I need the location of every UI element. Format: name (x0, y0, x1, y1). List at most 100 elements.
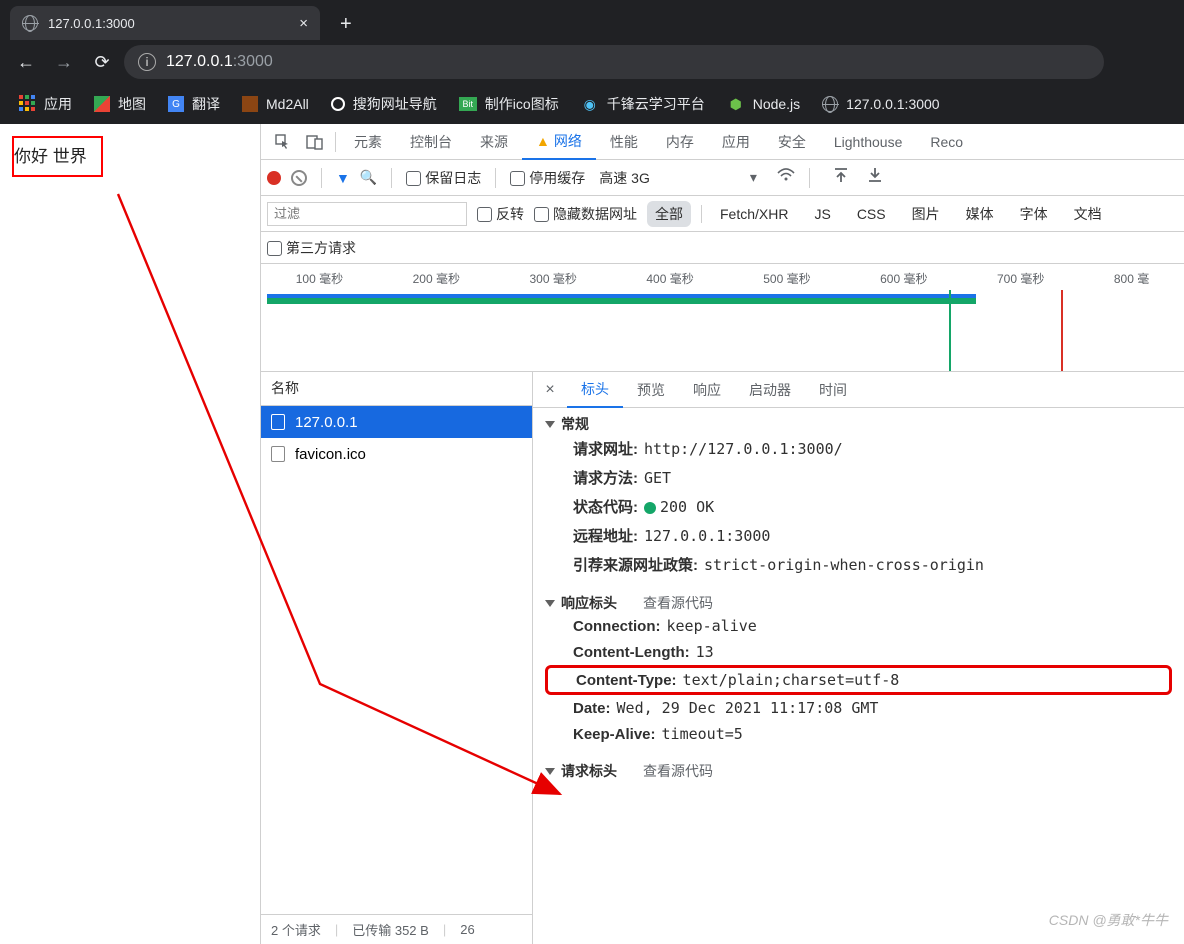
network-timeline[interactable]: 100 毫秒 200 毫秒 300 毫秒 400 毫秒 500 毫秒 600 毫… (261, 264, 1184, 372)
globe-icon (22, 15, 38, 31)
filter-fetch-chip[interactable]: Fetch/XHR (712, 203, 796, 225)
disable-cache-checkbox[interactable]: 停用缓存 (510, 168, 585, 188)
tab-strip: 127.0.0.1:3000 × + (0, 0, 1184, 40)
filter-toggle-icon[interactable]: ▼ (336, 170, 350, 186)
filter-all-chip[interactable]: 全部 (647, 201, 691, 227)
filter-font-chip[interactable]: 字体 (1012, 201, 1056, 227)
triangle-down-icon (545, 421, 555, 428)
third-party-checkbox[interactable]: 第三方请求 (267, 238, 356, 258)
timeline-load-line (1061, 290, 1063, 371)
reload-button[interactable]: ⟳ (86, 46, 118, 78)
bookmarks-bar: 应用 地图 G翻译 Md2All 搜狗网址导航 Bit制作ico图标 ◉千锋云学… (0, 84, 1184, 124)
watermark: CSDN @勇敢*牛牛 (1049, 910, 1168, 930)
import-har-icon[interactable] (834, 167, 848, 188)
site-info-icon[interactable]: i (138, 53, 156, 71)
preserve-log-checkbox[interactable]: 保留日志 (406, 168, 481, 188)
maps-icon (94, 96, 110, 112)
close-detail-button[interactable]: × (533, 381, 567, 399)
tab-performance[interactable]: 性能 (596, 124, 652, 160)
triangle-down-icon (545, 768, 555, 775)
tab-headers[interactable]: 标头 (567, 372, 623, 408)
warning-icon: ▲ (536, 133, 550, 149)
chevron-down-icon[interactable]: ▾ (750, 169, 757, 186)
url-text: 127.0.0.1:3000 (166, 53, 273, 71)
tab-lighthouse[interactable]: Lighthouse (820, 124, 917, 160)
hide-data-urls-checkbox[interactable]: 隐藏数据网址 (534, 204, 637, 224)
close-tab-icon[interactable]: × (299, 15, 308, 32)
search-icon[interactable]: 🔍 (360, 169, 377, 186)
section-general-toggle[interactable]: 常规 (545, 414, 1172, 434)
bookmark-sogou[interactable]: 搜狗网址导航 (331, 94, 437, 114)
inspect-element-icon[interactable] (267, 134, 299, 150)
filter-input[interactable] (267, 202, 467, 226)
filter-img-chip[interactable]: 图片 (904, 201, 948, 227)
apps-grid-icon (18, 95, 36, 113)
tab-memory[interactable]: 内存 (652, 124, 708, 160)
request-row[interactable]: favicon.ico (261, 438, 532, 470)
filter-js-chip[interactable]: JS (806, 203, 838, 225)
section-response-headers: 响应标头查看源代码 Connection:keep-alive Content-… (533, 587, 1184, 755)
tab-timing[interactable]: 时间 (805, 372, 861, 408)
tab-recorder[interactable]: Reco (916, 124, 977, 160)
address-bar[interactable]: i 127.0.0.1:3000 (124, 45, 1104, 79)
network-conditions-icon[interactable] (777, 168, 795, 187)
tab-console[interactable]: 控制台 (396, 124, 466, 160)
export-har-icon[interactable] (868, 167, 882, 188)
bookmark-translate[interactable]: G翻译 (168, 94, 220, 114)
page-body-text: 你好 世界 (12, 136, 103, 177)
view-source-link[interactable]: 查看源代码 (643, 761, 713, 781)
bookmark-maps[interactable]: 地图 (94, 94, 146, 114)
tab-network[interactable]: ▲网络 (522, 124, 596, 160)
bookmark-localhost[interactable]: 127.0.0.1:3000 (822, 96, 939, 112)
apps-label: 应用 (44, 94, 72, 114)
tab-initiator[interactable]: 启动器 (735, 372, 805, 408)
filter-media-chip[interactable]: 媒体 (958, 201, 1002, 227)
throttling-select[interactable]: 高速 3G (599, 168, 650, 188)
nav-toolbar: ← → ⟳ i 127.0.0.1:3000 (0, 40, 1184, 84)
tab-response[interactable]: 响应 (679, 372, 735, 408)
record-button[interactable] (267, 171, 281, 185)
filter-doc-chip[interactable]: 文档 (1066, 201, 1110, 227)
bookmark-ico[interactable]: Bit制作ico图标 (459, 94, 559, 114)
bookmark-qianfeng[interactable]: ◉千锋云学习平台 (581, 94, 705, 114)
invert-checkbox[interactable]: 反转 (477, 204, 524, 224)
content-type-highlight: Content-Type:text/plain;charset=utf-8 (545, 665, 1172, 695)
md2all-icon (242, 96, 258, 112)
request-status-bar: 2 个请求 | 已传输 352 B | 26 (261, 914, 532, 944)
section-request-headers-toggle[interactable]: 请求标头查看源代码 (545, 761, 1172, 781)
devtools: 元素 控制台 来源 ▲网络 性能 内存 应用 安全 Lighthouse Rec… (260, 124, 1184, 944)
page-viewport: 你好 世界 (0, 124, 260, 944)
view-source-link[interactable]: 查看源代码 (643, 593, 713, 613)
browser-tab[interactable]: 127.0.0.1:3000 × (10, 6, 320, 40)
device-toggle-icon[interactable] (299, 134, 331, 150)
new-tab-button[interactable]: + (332, 9, 360, 40)
document-icon (271, 414, 285, 430)
tab-security[interactable]: 安全 (764, 124, 820, 160)
filter-bar-2: 第三方请求 (261, 232, 1184, 264)
tab-elements[interactable]: 元素 (340, 124, 396, 160)
section-response-headers-toggle[interactable]: 响应标头查看源代码 (545, 593, 1172, 613)
status-ok-icon (644, 502, 656, 514)
request-row-selected[interactable]: 127.0.0.1 (261, 406, 532, 438)
apps-shortcut[interactable]: 应用 (18, 94, 72, 114)
bookmark-md2all[interactable]: Md2All (242, 96, 309, 112)
forward-button[interactable]: → (48, 46, 80, 78)
back-button[interactable]: ← (10, 46, 42, 78)
bookmark-nodejs[interactable]: ⬢Node.js (727, 95, 800, 113)
filter-bar: 反转 隐藏数据网址 全部 Fetch/XHR JS CSS 图片 媒体 字体 文… (261, 196, 1184, 232)
tab-application[interactable]: 应用 (708, 124, 764, 160)
tab-title: 127.0.0.1:3000 (48, 16, 289, 31)
tab-sources[interactable]: 来源 (466, 124, 522, 160)
file-icon (271, 446, 285, 462)
network-toolbar: ▼ 🔍 保留日志 停用缓存 高速 3G ▾ (261, 160, 1184, 196)
request-detail: × 标头 预览 响应 启动器 时间 常规 请求网址:http://127.0.0… (533, 372, 1184, 944)
tab-preview[interactable]: 预览 (623, 372, 679, 408)
sogou-icon (331, 97, 345, 111)
devtools-tabs: 元素 控制台 来源 ▲网络 性能 内存 应用 安全 Lighthouse Rec… (261, 124, 1184, 160)
triangle-down-icon (545, 600, 555, 607)
timeline-domcontent-line (949, 290, 951, 371)
section-request-headers: 请求标头查看源代码 (533, 755, 1184, 789)
request-list-header[interactable]: 名称 (261, 372, 532, 406)
clear-button[interactable] (291, 170, 307, 186)
filter-css-chip[interactable]: CSS (849, 203, 894, 225)
